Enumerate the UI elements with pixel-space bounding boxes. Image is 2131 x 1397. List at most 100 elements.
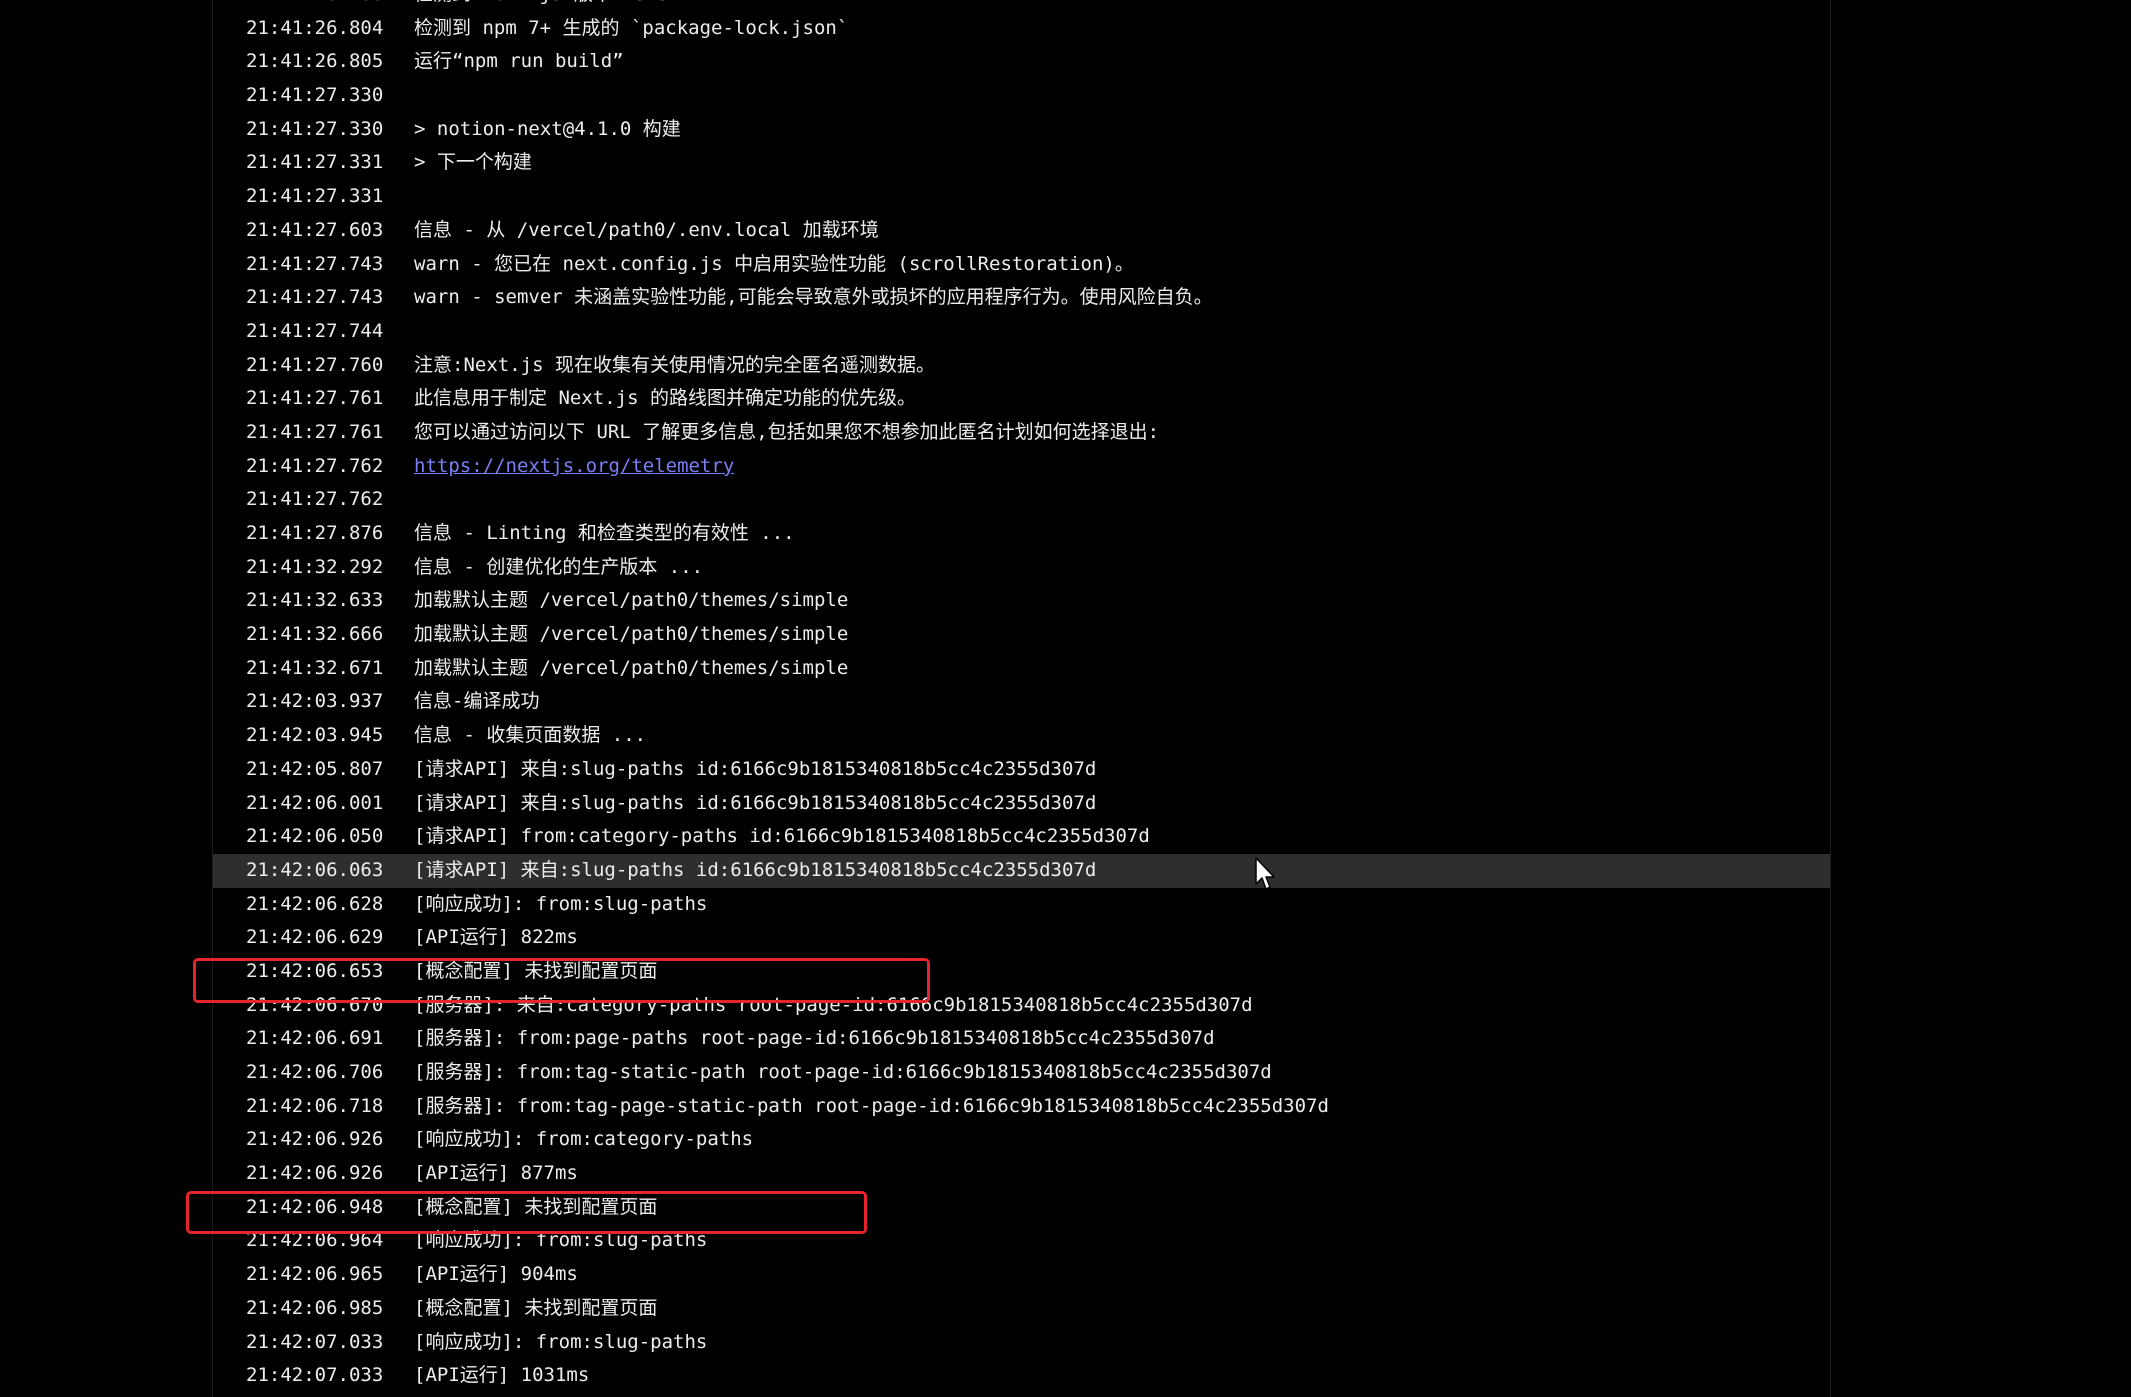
log-message: > 下一个构建 xyxy=(414,151,532,174)
log-row: 21:41:27.603 信息 - 从 /vercel/path0/.env.lo… xyxy=(213,214,1830,248)
log-row: 21:42:06.670 [服务器]: 来自:category-paths roo… xyxy=(213,989,1830,1023)
log-row: 21:41:26.805 运行“npm run build” xyxy=(213,45,1830,79)
build-log-panel[interactable]: 21:41:26.780检测到 Next.js 版本:13.3.221:41:2… xyxy=(212,0,1831,1397)
log-timestamp: 21:41:27.744 xyxy=(246,319,384,342)
log-row: 21:41:27.331 > 下一个构建 xyxy=(213,146,1830,180)
log-row: 21:42:06.718 [服务器]: from:tag-page-static-… xyxy=(213,1090,1830,1124)
log-timestamp: 21:41:27.331 xyxy=(246,151,384,174)
log-timestamp: 21:42:06.926 xyxy=(246,1128,384,1151)
log-row: 21:42:06.964 [响应成功]: from:slug-paths xyxy=(213,1224,1830,1258)
log-message: [请求API] 来自:slug-paths id:6166c9b18153408… xyxy=(414,791,1097,814)
log-row: 21:41:27.762 https://nextjs.org/telemetry xyxy=(213,450,1830,484)
log-timestamp: 21:41:26.805 xyxy=(246,50,384,73)
log-message: [API运行] 904ms xyxy=(414,1263,578,1286)
log-timestamp: 21:41:27.762 xyxy=(246,454,384,477)
log-row: 21:42:06.926 [响应成功]: from:category-paths xyxy=(213,1123,1830,1157)
log-timestamp: 21:41:27.603 xyxy=(246,218,384,241)
log-row: 21:41:27.761 此信息用于制定 Next.js 的路线图并确定功能的优先… xyxy=(213,382,1830,416)
log-message: [响应成功]: from:category-paths xyxy=(414,1128,754,1151)
log-timestamp: 21:42:06.670 xyxy=(246,993,384,1016)
log-row: 21:42:06.706 [服务器]: from:tag-static-path … xyxy=(213,1056,1830,1090)
log-message: 您可以通过访问以下 URL 了解更多信息,包括如果您不想参加此匿名计划如何选择退… xyxy=(414,420,1160,443)
log-message: [概念配置] 未找到配置页面 xyxy=(414,1195,658,1218)
log-timestamp: 21:42:06.050 xyxy=(246,825,384,848)
log-timestamp: 21:42:05.807 xyxy=(246,757,384,780)
log-message: [概念配置] 未找到配置页面 xyxy=(414,959,658,982)
telemetry-link[interactable]: https://nextjs.org/telemetry xyxy=(414,450,734,484)
log-timestamp: 21:42:06.001 xyxy=(246,791,384,814)
log-timestamp: 21:42:06.964 xyxy=(246,1229,384,1252)
log-timestamp: 21:41:27.761 xyxy=(246,387,384,410)
log-message: [响应成功]: from:slug-paths xyxy=(414,1330,708,1353)
log-message: 信息 - Linting 和检查类型的有效性 ... xyxy=(414,522,795,544)
log-row: 21:41:26.804 检测到 npm 7+ 生成的 `package-lock… xyxy=(213,12,1830,46)
log-timestamp: 21:41:27.330 xyxy=(246,84,384,107)
log-row: 21:41:27.760 注意:Next.js 现在收集有关使用情况的完全匿名遥测… xyxy=(213,349,1830,383)
log-row: 21:41:27.876 信息 - Linting 和检查类型的有效性 ... xyxy=(213,517,1830,551)
log-timestamp: 21:42:06.628 xyxy=(246,892,384,915)
log-message: 此信息用于制定 Next.js 的路线图并确定功能的优先级。 xyxy=(414,387,916,410)
log-timestamp: 21:42:07.033 xyxy=(246,1364,384,1387)
log-timestamp: 21:41:27.762 xyxy=(246,488,384,511)
log-message: 信息 - 从 /vercel/path0/.env.local 加载环境 xyxy=(414,218,879,241)
build-log-list: 21:41:26.780检测到 Next.js 版本:13.3.221:41:2… xyxy=(213,0,1830,1393)
log-timestamp: 21:41:27.330 xyxy=(246,117,384,140)
log-row: 21:42:06.965 [API运行] 904ms xyxy=(213,1258,1830,1292)
log-message: 运行“npm run build” xyxy=(414,50,624,73)
log-timestamp: 21:42:07.033 xyxy=(246,1330,384,1353)
log-message: warn - 您已在 next.config.js 中启用实验性功能 (scro… xyxy=(414,252,1134,275)
log-row: 21:41:27.331 xyxy=(213,180,1830,214)
log-timestamp: 21:42:06.653 xyxy=(246,959,384,982)
log-row: 21:42:03.945 信息 - 收集页面数据 ... xyxy=(213,719,1830,753)
log-timestamp: 21:42:06.629 xyxy=(246,926,384,949)
log-timestamp: 21:41:26.804 xyxy=(246,16,384,39)
log-message: [服务器]: from:tag-page-static-path root-pa… xyxy=(414,1094,1329,1117)
log-message: 信息 - 创建优化的生产版本 ... xyxy=(414,555,704,578)
log-message: 检测到 npm 7+ 生成的 `package-lock.json` xyxy=(414,16,849,39)
log-timestamp: 21:42:03.945 xyxy=(246,724,384,747)
log-timestamp: 21:42:06.926 xyxy=(246,1162,384,1185)
log-message: [响应成功]: from:slug-paths xyxy=(414,892,708,915)
log-timestamp: 21:41:27.743 xyxy=(246,286,384,309)
log-message: [服务器]: from:page-paths root-page-id:6166… xyxy=(414,1027,1215,1050)
log-row: 21:42:06.629 [API运行] 822ms xyxy=(213,921,1830,955)
log-message: 检测到 Next.js 版本:13.3.2 xyxy=(414,0,692,12)
log-timestamp: 21:41:32.292 xyxy=(246,555,384,578)
log-row: 21:41:32.633 加载默认主题 /vercel/path0/themes/… xyxy=(213,584,1830,618)
log-timestamp: 21:41:27.760 xyxy=(246,353,384,376)
log-timestamp: 21:41:32.666 xyxy=(246,623,384,646)
log-message: [服务器]: from:tag-static-path root-page-id… xyxy=(414,1061,1272,1083)
log-timestamp: 21:41:27.743 xyxy=(246,252,384,275)
log-timestamp: 21:42:06.985 xyxy=(246,1296,384,1319)
log-row: 21:42:06.001 [请求API] 来自:slug-paths id:616… xyxy=(213,787,1830,821)
log-timestamp: 21:41:27.761 xyxy=(246,420,384,443)
log-message: [请求API] 来自:slug-paths id:6166c9b18153408… xyxy=(414,858,1097,881)
log-timestamp: 21:41:32.633 xyxy=(246,589,384,612)
log-row: 21:41:27.744 xyxy=(213,315,1830,349)
log-message: 信息-编译成功 xyxy=(414,690,540,713)
log-message: [API运行] 877ms xyxy=(414,1162,578,1185)
log-message: [请求API] from:category-paths id:6166c9b18… xyxy=(414,825,1150,848)
log-row: 21:41:32.671 加载默认主题 /vercel/path0/themes/… xyxy=(213,652,1830,686)
log-message: [服务器]: 来自:category-paths root-page-id:61… xyxy=(414,993,1253,1016)
log-row: 21:42:06.926 [API运行] 877ms xyxy=(213,1157,1830,1191)
log-timestamp: 21:42:06.965 xyxy=(246,1263,384,1286)
log-message: warn - semver 未涵盖实验性功能,可能会导致意外或损坏的应用程序行为… xyxy=(414,286,1213,309)
log-row: 21:41:32.666 加载默认主题 /vercel/path0/themes/… xyxy=(213,618,1830,652)
log-row: 21:42:06.691 [服务器]: from:page-paths root-… xyxy=(213,1022,1830,1056)
log-message: 注意:Next.js 现在收集有关使用情况的完全匿名遥测数据。 xyxy=(414,353,935,376)
log-row: 21:41:27.330 > notion-next@4.1.0 构建 xyxy=(213,113,1830,147)
log-row: 21:41:27.762 xyxy=(213,483,1830,517)
log-row: 21:41:27.743 warn - 您已在 next.config.js 中启… xyxy=(213,248,1830,282)
log-row: 21:42:06.628 [响应成功]: from:slug-paths xyxy=(213,888,1830,922)
log-message: [请求API] 来自:slug-paths id:6166c9b18153408… xyxy=(414,757,1097,780)
log-message: 加载默认主题 /vercel/path0/themes/simple xyxy=(414,623,849,646)
log-timestamp: 21:42:06.948 xyxy=(246,1195,384,1218)
log-row: 21:42:06.985 [概念配置] 未找到配置页面 xyxy=(213,1292,1830,1326)
log-row: 21:42:06.050 [请求API] from:category-paths … xyxy=(213,820,1830,854)
log-timestamp: 21:42:06.706 xyxy=(246,1061,384,1083)
log-row: 21:42:07.033 [API运行] 1031ms xyxy=(213,1359,1830,1393)
log-row: 21:42:07.033 [响应成功]: from:slug-paths xyxy=(213,1326,1830,1360)
log-row: 21:42:06.948 [概念配置] 未找到配置页面 xyxy=(213,1191,1830,1225)
log-timestamp: 21:42:06.063 xyxy=(246,858,384,881)
